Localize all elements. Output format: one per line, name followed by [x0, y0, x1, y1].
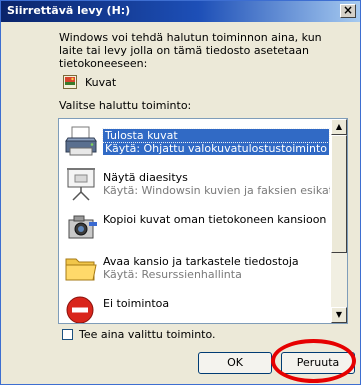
action-sub: Käytä: Ohjattu valokuvatulostustoiminto: [103, 142, 330, 155]
cancel-button[interactable]: Peruuta: [281, 352, 355, 374]
action-item-slideshow[interactable]: Näytä diaesitys Käytä: Windowsin kuvien …: [63, 166, 330, 206]
action-item-text: Kopioi kuvat oman tietokoneen kansioon: [103, 213, 326, 226]
action-item-open-folder[interactable]: Avaa kansio ja tarkastele tiedostoja Käy…: [63, 250, 325, 290]
action-name: Näytä diaesitys: [103, 171, 188, 184]
action-sub: Käytä: Windowsin kuvien ja faksien esika…: [103, 184, 330, 197]
close-button[interactable]: ×: [340, 4, 356, 18]
action-sub: Käytä: Resurssienhallinta: [103, 268, 242, 281]
printer-icon: [65, 126, 97, 156]
window-title: Siirrettävä levy (H:): [7, 4, 131, 17]
action-name: Kopioi kuvat oman tietokoneen kansioon: [103, 213, 327, 226]
always-do-label: Tee aina valittu toiminto.: [79, 328, 216, 341]
no-action-icon: [66, 296, 94, 323]
title-bar[interactable]: Siirrettävä levy (H:) ×: [1, 1, 360, 22]
autoplay-dialog: Siirrettävä levy (H:) × Windows voi tehd…: [0, 0, 361, 385]
action-item-print[interactable]: Tulosta kuvat Käytä: Ohjattu valokuvatul…: [63, 124, 330, 164]
folder-icon: [65, 258, 97, 281]
action-item-text: Ei toimintoa: [103, 297, 169, 310]
scroll-thumb[interactable]: [331, 135, 347, 253]
intro-text: Windows voi tehdä halutun toiminnon aina…: [59, 31, 322, 70]
camera-copy-icon: [68, 215, 97, 239]
action-listbox[interactable]: Tulosta kuvat Käytä: Ohjattu valokuvatul…: [58, 118, 348, 324]
always-do-checkbox-row[interactable]: Tee aina valittu toiminto.: [62, 328, 216, 341]
pictures-icon: [63, 75, 77, 89]
action-list: Tulosta kuvat Käytä: Ohjattu valokuvatul…: [59, 119, 330, 323]
action-item-text: Tulosta kuvat Käytä: Ohjattu valokuvatul…: [101, 128, 330, 155]
action-item-text: Näytä diaesitys Käytä: Windowsin kuvien …: [103, 171, 330, 197]
action-name: Ei toimintoa: [103, 297, 170, 310]
action-name: Avaa kansio ja tarkastele tiedostoja: [103, 255, 299, 268]
slideshow-projector-icon: [67, 168, 95, 201]
action-item-text: Avaa kansio ja tarkastele tiedostoja Käy…: [103, 255, 299, 281]
action-name: Tulosta kuvat: [101, 128, 330, 143]
content-type: Kuvat: [63, 75, 116, 89]
content-type-label: Kuvat: [85, 75, 117, 89]
ok-button[interactable]: OK: [198, 352, 272, 374]
choose-action-label: Valitse haluttu toiminto:: [59, 99, 192, 112]
scroll-down-button[interactable]: ▼: [331, 307, 347, 323]
scroll-up-button[interactable]: ▲: [331, 119, 347, 135]
action-item-no-action[interactable]: Ei toimintoa: [63, 292, 325, 323]
action-item-copy[interactable]: Kopioi kuvat oman tietokoneen kansioon: [63, 208, 326, 248]
vertical-scrollbar[interactable]: ▲ ▼: [331, 119, 347, 323]
always-do-checkbox[interactable]: [62, 329, 73, 340]
